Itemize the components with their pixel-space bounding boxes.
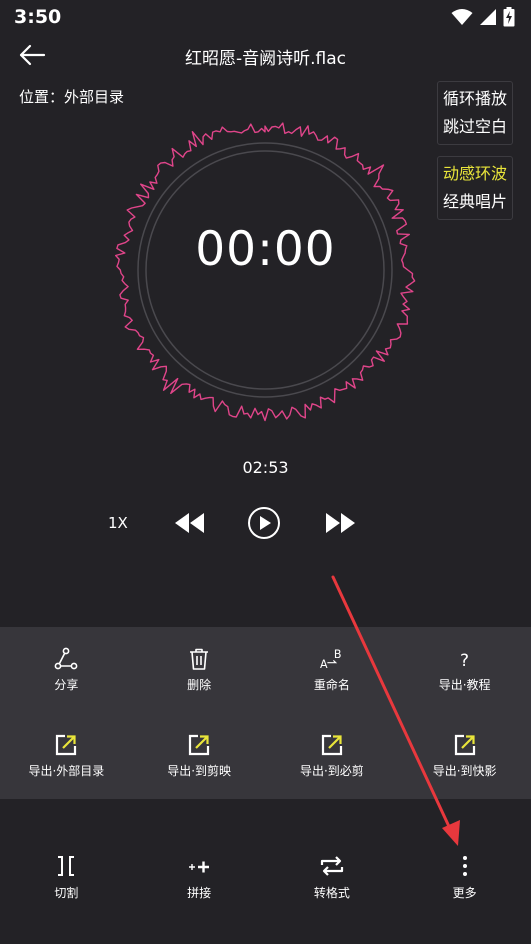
svg-text:?: ?: [460, 651, 469, 671]
convert-format-label: 转格式: [313, 886, 350, 900]
rewind-button[interactable]: [170, 505, 210, 541]
duration: 02:53: [242, 458, 289, 477]
loop-playback-option[interactable]: 循环播放: [443, 90, 507, 108]
export-icon: [54, 733, 78, 757]
more-vertical-icon: [452, 854, 478, 878]
more-tool[interactable]: 更多: [398, 842, 531, 912]
export-jianying-action[interactable]: 导出·到剪映: [133, 713, 266, 799]
fast-forward-icon: [326, 513, 355, 533]
cut-icon: [53, 854, 79, 878]
battery-charging-icon: [503, 7, 515, 27]
help-icon: ?: [453, 647, 477, 671]
file-title: 红昭愿-音阙诗听.flac: [184, 49, 346, 69]
rename-label: 重命名: [313, 678, 350, 692]
export-bijian-label: 导出·到必剪: [299, 764, 364, 778]
audio-visualizer: [115, 122, 416, 422]
rename-action[interactable]: A B 重命名: [266, 627, 399, 713]
svg-text:B: B: [334, 648, 342, 661]
speed-button[interactable]: 1X: [108, 514, 128, 532]
back-arrow-icon: [19, 44, 46, 66]
delete-action[interactable]: 删除: [133, 627, 266, 713]
merge-label: 拼接: [187, 886, 212, 900]
export-kuaiying-action[interactable]: 导出·到快影: [398, 713, 531, 799]
rewind-icon: [175, 513, 204, 533]
export-kuaiying-label: 导出·到快影: [432, 764, 497, 778]
svg-text:A: A: [320, 658, 328, 671]
action-panel: 分享 删除 A B 重命名 ? 导出·教程 导出·外部目录 导出·到剪映 导出·…: [0, 627, 531, 799]
play-button[interactable]: [244, 505, 284, 541]
delete-label: 删除: [187, 678, 212, 692]
export-jianying-label: 导出·到剪映: [167, 764, 232, 778]
fast-forward-button[interactable]: [320, 505, 360, 541]
trash-icon: [187, 647, 211, 671]
export-bijian-action[interactable]: 导出·到必剪: [266, 713, 399, 799]
convert-icon: [319, 854, 345, 878]
bottom-toolbar: 切割 拼接 转格式 更多: [0, 842, 531, 912]
share-action[interactable]: 分享: [0, 627, 133, 713]
wifi-icon: [451, 9, 473, 25]
rename-icon: A B: [320, 647, 344, 671]
current-time: 00:00: [195, 222, 336, 277]
export-icon: [320, 733, 344, 757]
share-icon: [54, 647, 78, 671]
cut-label: 切割: [54, 886, 79, 900]
back-button[interactable]: [12, 38, 52, 72]
export-tutorial-action[interactable]: ? 导出·教程: [398, 627, 531, 713]
export-external-label: 导出·外部目录: [28, 764, 105, 778]
export-tutorial-label: 导出·教程: [438, 678, 491, 692]
cut-tool[interactable]: 切割: [0, 842, 133, 912]
cell-signal-icon: [480, 9, 496, 25]
status-bar: 3:50: [0, 0, 531, 36]
export-icon: [187, 733, 211, 757]
export-icon: [453, 733, 477, 757]
share-label: 分享: [54, 678, 79, 692]
status-time: 3:50: [14, 6, 62, 28]
more-label: 更多: [452, 886, 477, 900]
play-circle-icon: [248, 507, 280, 539]
merge-icon: [186, 854, 212, 878]
convert-format-tool[interactable]: 转格式: [266, 842, 399, 912]
merge-tool[interactable]: 拼接: [133, 842, 266, 912]
status-icons: [451, 7, 515, 27]
location-label: 位置：外部目录: [19, 88, 125, 106]
export-external-action[interactable]: 导出·外部目录: [0, 713, 133, 799]
